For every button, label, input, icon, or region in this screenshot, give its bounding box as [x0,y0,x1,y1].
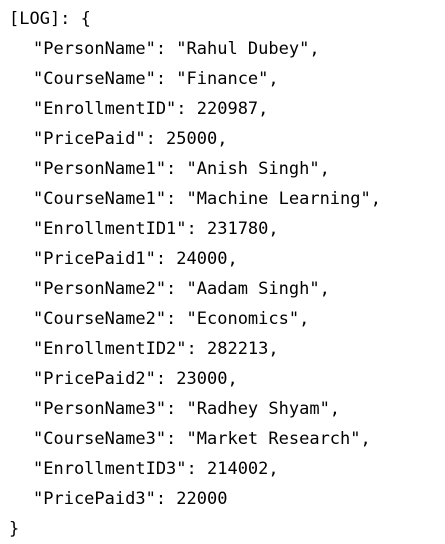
log-line: "PricePaid1": 24000, [33,249,238,269]
log-line: "CourseName2": "Economics", [33,309,310,329]
log-line: "PersonName2": "Aadam Singh", [33,279,330,299]
log-line: "PricePaid2": 23000, [33,369,238,389]
log-line: "PersonName": "Rahul Dubey", [33,39,320,59]
log-line: "PersonName1": "Anish Singh", [33,159,330,179]
log-line: "PricePaid": 25000, [33,129,228,149]
log-line: "EnrollmentID1": 231780, [33,219,279,239]
log-footer: } [9,519,20,539]
log-line: "EnrollmentID2": 282213, [33,339,279,359]
log-header: [LOG]: { [9,9,91,29]
log-line: "PricePaid3": 22000 [33,489,228,509]
log-line: "EnrollmentID3": 214002, [33,459,279,479]
log-line: "PersonName3": "Radhey Shyam", [33,399,341,419]
log-line: "CourseName1": "Machine Learning", [33,189,381,209]
log-output: [LOG]: { "PersonName": "Rahul Dubey", "C… [0,0,445,544]
log-line: "CourseName": "Finance", [33,69,279,89]
log-line: "EnrollmentID": 220987, [33,99,269,119]
log-line: "CourseName3": "Market Research", [33,429,371,449]
